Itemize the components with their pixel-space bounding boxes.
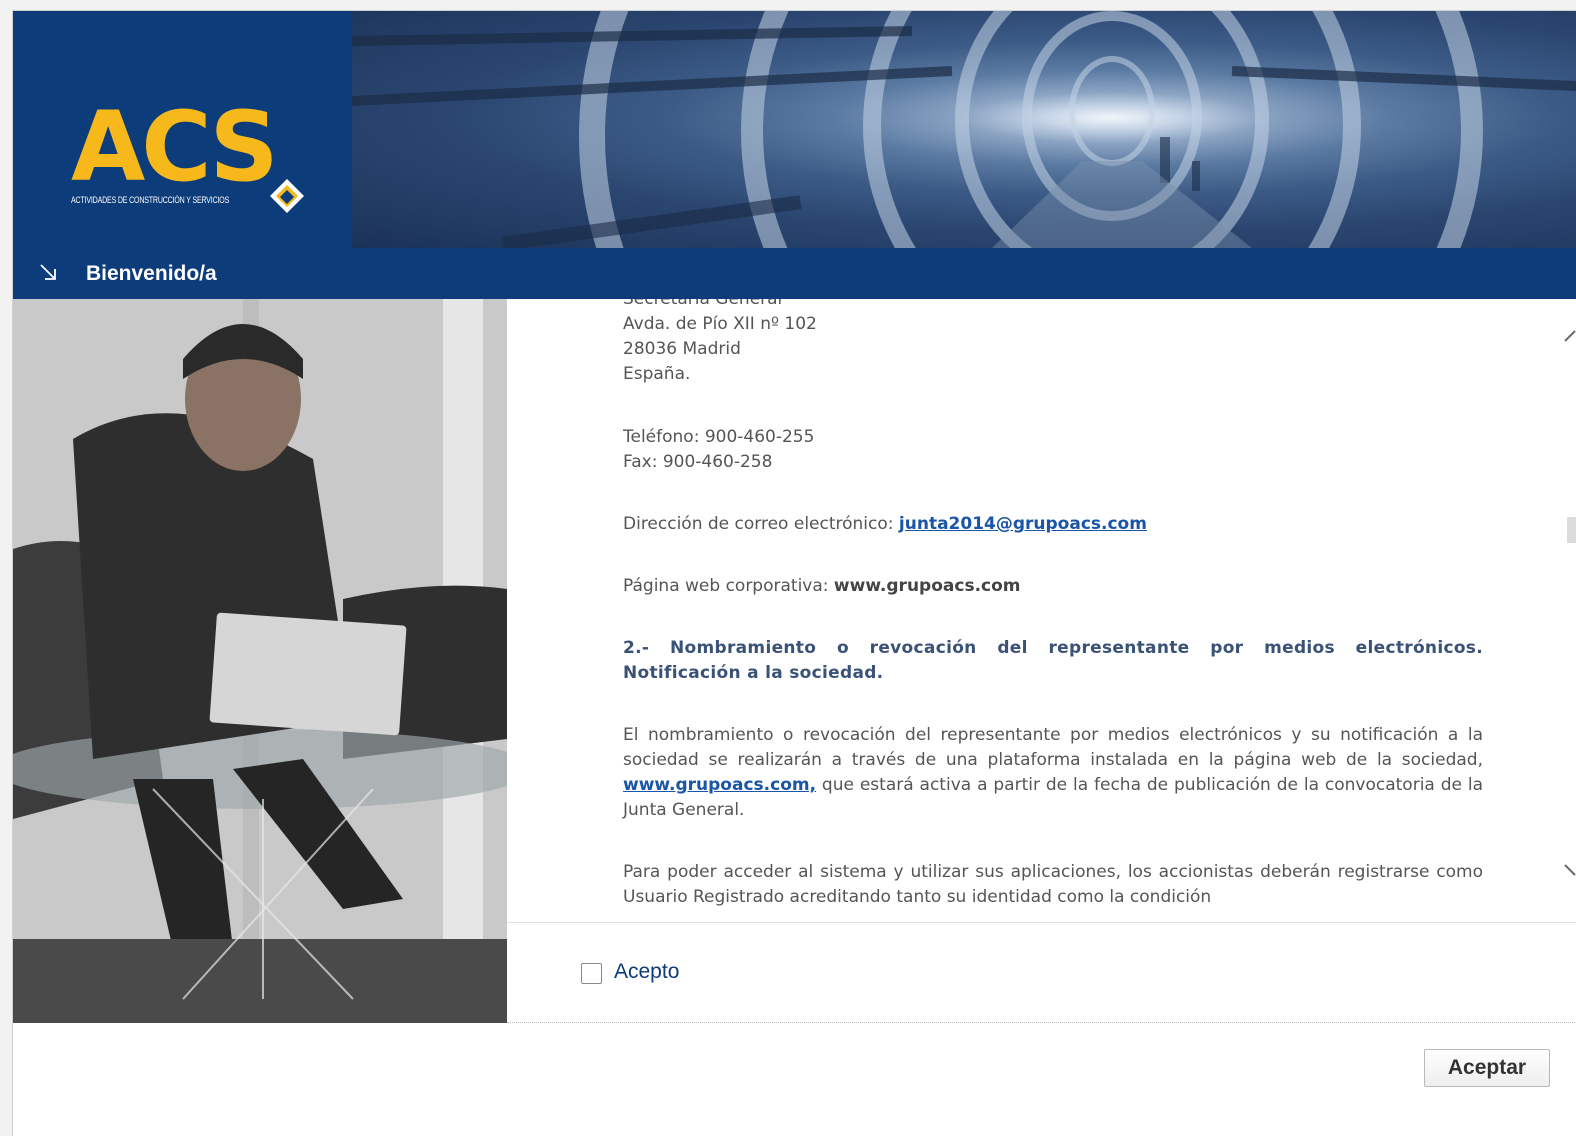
page-title: Bienvenido/a <box>86 262 217 285</box>
terms-content-panel[interactable]: Secretaría General Avda. de Pío XII nº 1… <box>507 299 1576 922</box>
scroll-up-icon[interactable] <box>1563 327 1576 345</box>
section-heading: 2.- Nombramiento o revocación del repres… <box>623 638 1483 683</box>
paragraph-text: Para poder acceder al sistema y utilizar… <box>623 862 1483 907</box>
scrollbar-thumb[interactable] <box>1567 517 1576 543</box>
page-title-bar: Bienvenido/a <box>13 248 1576 299</box>
website-link[interactable]: www.grupoacs.com, <box>623 775 816 795</box>
phone-text: Teléfono: 900-460-255 <box>623 427 815 447</box>
fax-text: Fax: 900-460-258 <box>623 452 773 472</box>
header: ACS ACTIVIDADES DE CONSTRUCCIÓN Y SERVIC… <box>13 11 1576 248</box>
logo-subtitle: ACTIVIDADES DE CONSTRUCCIÓN Y SERVICIOS <box>71 195 230 205</box>
logo-diamond-icon <box>270 179 304 213</box>
email-label: Dirección de correo electrónico: <box>623 514 899 534</box>
paragraph-text: El nombramiento o revocación del represe… <box>623 725 1483 770</box>
app-window: ACS ACTIVIDADES DE CONSTRUCCIÓN Y SERVIC… <box>12 10 1576 1136</box>
address-line: 28036 Madrid <box>623 339 741 359</box>
address-line: Secretaría General <box>623 299 783 309</box>
email-link[interactable]: junta2014@grupoacs.com <box>899 514 1147 534</box>
arrow-down-right-icon <box>40 264 56 280</box>
tunnel-banner-image <box>352 11 1576 248</box>
web-label: Página web corporativa: <box>623 576 834 596</box>
web-address: www.grupoacs.com <box>833 576 1021 596</box>
acs-logo: ACS ACTIVIDADES DE CONSTRUCCIÓN Y SERVIC… <box>13 11 352 248</box>
terms-text: Secretaría General Avda. de Pío XII nº 1… <box>623 299 1483 922</box>
accept-area: Acepto <box>507 922 1576 1023</box>
address-line: Avda. de Pío XII nº 102 <box>623 314 817 334</box>
logo-text: ACS <box>71 91 279 203</box>
businessman-photo <box>13 299 507 1023</box>
accept-label[interactable]: Acepto <box>614 960 679 984</box>
accept-checkbox[interactable] <box>581 963 602 984</box>
scroll-down-icon[interactable] <box>1563 861 1576 879</box>
address-line: España. <box>623 364 691 384</box>
aceptar-button[interactable]: Aceptar <box>1424 1049 1550 1087</box>
